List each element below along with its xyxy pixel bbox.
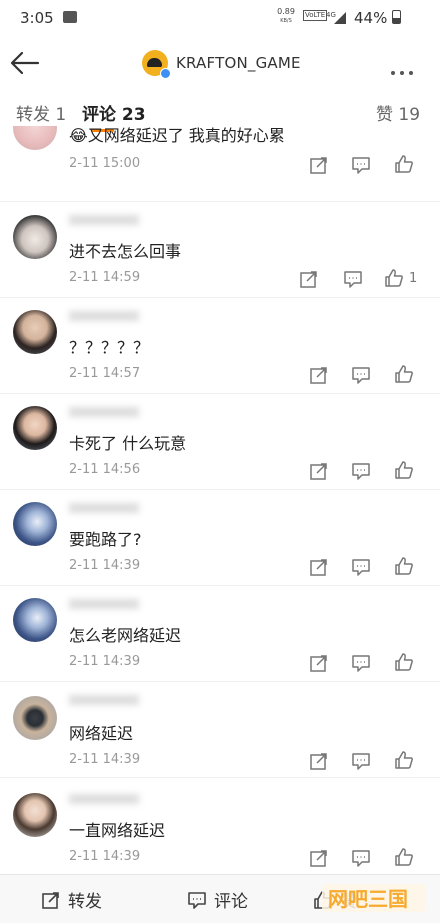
comment-time: 2-11 14:39 bbox=[69, 654, 141, 669]
forward-label: 转发 bbox=[68, 892, 102, 912]
comment-list[interactable]: 😂又网络延迟了 我真的好心累 2-11 15:00 进不去怎么回事 2-11 1… bbox=[0, 126, 440, 874]
comment-icon[interactable] bbox=[350, 652, 372, 674]
comment-icon[interactable] bbox=[350, 750, 372, 772]
avatar[interactable] bbox=[13, 598, 57, 642]
avatar[interactable] bbox=[13, 406, 57, 450]
comment-item: 要跑路了? 2-11 14:39 bbox=[0, 490, 440, 586]
thumbs-up-icon[interactable] bbox=[393, 363, 415, 385]
thumbs-up-icon[interactable] bbox=[383, 267, 405, 289]
comment-item: 😂又网络延迟了 我真的好心累 2-11 15:00 bbox=[0, 126, 440, 202]
comment-text: 😂又网络延迟了 我真的好心累 bbox=[69, 126, 285, 145]
gallery-icon bbox=[63, 11, 77, 23]
comment-item: 卡死了 什么玩意 2-11 14:56 bbox=[0, 394, 440, 490]
comment-text: 卡死了 什么玩意 bbox=[69, 434, 187, 453]
thumbs-up-icon[interactable] bbox=[393, 651, 415, 673]
comment-item: 一直网络延迟 2-11 14:39 bbox=[0, 779, 440, 874]
comment-icon[interactable] bbox=[350, 556, 372, 578]
share-icon[interactable] bbox=[308, 652, 330, 674]
share-icon[interactable] bbox=[308, 847, 330, 869]
share-icon[interactable] bbox=[308, 154, 330, 176]
share-icon bbox=[42, 891, 59, 909]
tab-forward[interactable]: 转发 1 bbox=[16, 100, 66, 125]
comment-icon[interactable] bbox=[342, 268, 364, 290]
comment-text: 一直网络延迟 bbox=[69, 821, 166, 840]
status-bar: 3:05 0.89 KB/S VoLTE 4G 44% bbox=[0, 0, 440, 34]
verified-icon bbox=[160, 68, 171, 79]
tab-comments[interactable]: 评论 23 bbox=[82, 100, 146, 125]
avatar[interactable] bbox=[13, 793, 57, 837]
back-button[interactable] bbox=[8, 48, 42, 78]
avatar[interactable] bbox=[13, 310, 57, 354]
comment-icon bbox=[188, 891, 206, 909]
thumbs-up-icon[interactable] bbox=[393, 749, 415, 771]
comment-item: 网络延迟 2-11 14:39 bbox=[0, 682, 440, 778]
comment-icon[interactable] bbox=[350, 364, 372, 386]
comment-time: 2-11 14:57 bbox=[69, 366, 141, 381]
like-count: 1 bbox=[409, 271, 418, 286]
avatar[interactable] bbox=[13, 502, 57, 546]
comment-button[interactable]: 评论 bbox=[186, 887, 248, 912]
svg-text:4G: 4G bbox=[326, 11, 336, 19]
battery-percent: 44% bbox=[354, 9, 388, 27]
arrow-left-icon bbox=[10, 51, 40, 75]
comment-text: 网络延迟 bbox=[69, 724, 134, 743]
thumbs-up-icon[interactable] bbox=[393, 153, 415, 175]
comment-time: 2-11 14:39 bbox=[69, 752, 141, 767]
comment-icon[interactable] bbox=[350, 154, 372, 176]
avatar[interactable] bbox=[13, 696, 57, 740]
share-icon[interactable] bbox=[308, 750, 330, 772]
watermark-logo: 网吧三国 bbox=[322, 884, 426, 912]
svg-text:网吧三国: 网吧三国 bbox=[328, 887, 408, 911]
thumbs-up-icon[interactable] bbox=[393, 459, 415, 481]
avatar[interactable] bbox=[13, 215, 57, 259]
comment-item: 进不去怎么回事 2-11 14:59 1 bbox=[0, 202, 440, 298]
thumbs-up-icon[interactable] bbox=[393, 846, 415, 868]
signal-icon: 4G bbox=[326, 10, 348, 28]
account-title[interactable]: KRAFTON_GAME bbox=[142, 49, 301, 79]
share-icon[interactable] bbox=[308, 364, 330, 386]
comment-time: 2-11 14:59 bbox=[69, 270, 141, 285]
comment-time: 2-11 14:39 bbox=[69, 558, 141, 573]
comment-label: 评论 bbox=[214, 892, 248, 912]
comment-text: 怎么老网络延迟 bbox=[69, 626, 182, 645]
thumbs-up-icon[interactable] bbox=[393, 555, 415, 577]
net-speed: 0.89 KB/S bbox=[277, 7, 295, 25]
comment-time: 2-11 14:39 bbox=[69, 849, 141, 864]
comment-icon[interactable] bbox=[350, 460, 372, 482]
more-button[interactable] bbox=[391, 60, 419, 75]
forward-button[interactable]: 转发 bbox=[40, 887, 102, 912]
avatar[interactable] bbox=[13, 126, 57, 150]
comment-icon[interactable] bbox=[350, 847, 372, 869]
comment-time: 2-11 14:56 bbox=[69, 462, 141, 477]
krafton-logo bbox=[142, 50, 171, 79]
share-icon[interactable] bbox=[308, 556, 330, 578]
share-icon[interactable] bbox=[298, 268, 320, 290]
comment-item: ？？？？？ 2-11 14:57 bbox=[0, 298, 440, 394]
comment-text: ？？？？？ bbox=[69, 338, 150, 357]
page-title: KRAFTON_GAME bbox=[176, 54, 301, 72]
comment-text: 要跑路了? bbox=[69, 530, 142, 549]
more-dots-icon bbox=[391, 71, 395, 75]
comment-text: 进不去怎么回事 bbox=[69, 242, 182, 261]
tab-likes[interactable]: 赞 19 bbox=[376, 100, 420, 125]
volte-icon: VoLTE bbox=[303, 10, 328, 21]
comment-item: 怎么老网络延迟 2-11 14:39 bbox=[0, 586, 440, 682]
top-nav: KRAFTON_GAME bbox=[0, 38, 440, 88]
share-icon[interactable] bbox=[308, 460, 330, 482]
status-time: 3:05 bbox=[20, 9, 54, 27]
comment-time: 2-11 15:00 bbox=[69, 156, 141, 171]
battery-icon bbox=[392, 10, 401, 24]
